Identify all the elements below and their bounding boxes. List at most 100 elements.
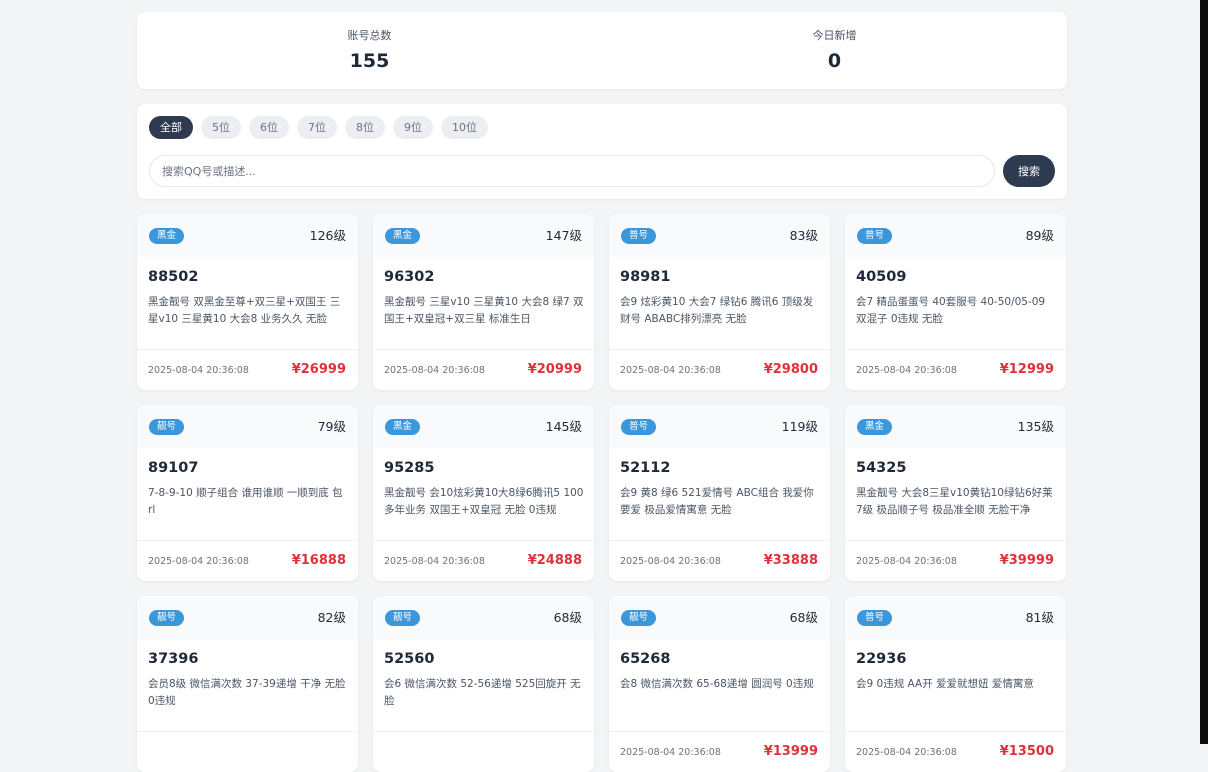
- qq-number: 54325: [856, 460, 907, 476]
- account-level: 89级: [1025, 228, 1054, 243]
- card-header: 黑金 135级: [845, 405, 1066, 448]
- account-card[interactable]: 靓号 79级 89107 7-8-9-10 顺子组合 谁用谁顺 一顺到底 包rl 202…: [137, 405, 358, 581]
- account-level: 147级: [545, 228, 582, 243]
- category-badge: 普号: [857, 610, 893, 626]
- category-badge: 普号: [621, 419, 657, 435]
- card-header: 普号 81级: [845, 596, 1066, 639]
- card-header: 普号 119级: [609, 405, 830, 448]
- total-accounts-label: 账号总数: [347, 29, 392, 42]
- price: ¥39999: [999, 553, 1054, 568]
- qq-number: 89107: [148, 460, 199, 476]
- category-badge: 靓号: [149, 419, 185, 435]
- category-badge: 黑金: [857, 419, 893, 435]
- card-footer: [373, 731, 594, 772]
- qq-number: 22936: [856, 651, 907, 667]
- card-footer: 2025-08-04 20:36:08 ¥13999: [609, 731, 830, 772]
- account-level: 135级: [1017, 419, 1054, 434]
- price: ¥16888: [291, 553, 346, 568]
- qq-number: 40509: [856, 269, 907, 285]
- price: ¥13999: [763, 744, 818, 759]
- card-footer: 2025-08-04 20:36:08 ¥16888: [137, 540, 358, 581]
- account-card[interactable]: 普号 83级 98981 会9 炫彩黄10 大会7 绿钻6 腾讯6 顶级发财号 ABA…: [609, 214, 830, 390]
- card-header: 靓号 68级: [609, 596, 830, 639]
- card-header: 黑金 126级: [137, 214, 358, 257]
- filter-chip-3[interactable]: 7位: [297, 116, 337, 139]
- account-card[interactable]: 黑金 147级 96302 黑金靓号 三星v10 三星黄10 大会8 绿7 双国王+双…: [373, 214, 594, 390]
- account-level: 81级: [1025, 610, 1054, 625]
- filter-chip-2[interactable]: 6位: [249, 116, 289, 139]
- price: ¥20999: [527, 362, 582, 377]
- qq-number: 88502: [148, 269, 199, 285]
- card-header: 普号 89级: [845, 214, 1066, 257]
- total-accounts-stat: 账号总数 155: [137, 12, 602, 89]
- category-badge: 普号: [621, 228, 657, 244]
- price: ¥33888: [763, 553, 818, 568]
- account-description: 黑金靓号 会10炫彩黄10大8绿6腾讯5 100多年业务 双国王+双皇冠 无脸 …: [384, 487, 584, 516]
- total-accounts-value: 155: [349, 50, 390, 72]
- price: ¥29800: [763, 362, 818, 377]
- account-description: 会7 精品蛋蛋号 40套服号 40-50/05-09 双混子 0违规 无脸: [856, 296, 1046, 325]
- account-card[interactable]: 普号 89级 40509 会7 精品蛋蛋号 40套服号 40-50/05-09 双混子…: [845, 214, 1066, 390]
- card-header: 靓号 68级: [373, 596, 594, 639]
- card-footer: 2025-08-04 20:36:08 ¥20999: [373, 349, 594, 390]
- category-badge: 靓号: [149, 610, 185, 626]
- card-footer: [137, 731, 358, 772]
- stats-panel: 账号总数 155 今日新增 0: [137, 12, 1067, 89]
- today-new-label: 今日新增: [812, 29, 857, 42]
- account-description: 黑金靓号 大会8三星v10黄钻10绿钻6好莱7级 极品顺子号 极品准全顺 无脸干…: [856, 487, 1053, 516]
- listing-time: 2025-08-04 20:36:08: [856, 365, 957, 376]
- filter-chip-4[interactable]: 8位: [345, 116, 385, 139]
- card-header: 靓号 79级: [137, 405, 358, 448]
- search-button[interactable]: 搜索: [1003, 155, 1055, 187]
- card-footer: 2025-08-04 20:36:08 ¥13500: [845, 731, 1066, 772]
- account-description: 会9 0违规 AA开 爱爱就想妞 爱情寓意: [856, 678, 1034, 690]
- filter-chip-5[interactable]: 9位: [393, 116, 433, 139]
- listing-time: 2025-08-04 20:36:08: [148, 556, 249, 567]
- account-description: 会9 黄8 绿6 521爱情号 ABC组合 我爱你要爱 极品爱情寓意 无脸: [620, 487, 814, 516]
- card-header: 靓号 82级: [137, 596, 358, 639]
- main-container: 账号总数 155 今日新增 0 全部 5位 6位 7位 8位 9位 10位 搜索 黑金 126…: [137, 12, 1067, 772]
- length-filter-chips: 全部 5位 6位 7位 8位 9位 10位: [149, 116, 488, 139]
- account-description: 黑金靓号 三星v10 三星黄10 大会8 绿7 双国王+双皇冠+双三星 标准生日: [384, 296, 584, 325]
- account-card[interactable]: 黑金 145级 95285 黑金靓号 会10炫彩黄10大8绿6腾讯5 100多年业务 …: [373, 405, 594, 581]
- card-footer: 2025-08-04 20:36:08 ¥24888: [373, 540, 594, 581]
- account-card-grid: 黑金 126级 88502 黑金靓号 双黑金至尊+双三星+双国王 三星v10 三星黄1…: [137, 214, 1067, 772]
- account-card[interactable]: 普号 119级 52112 会9 黄8 绿6 521爱情号 ABC组合 我爱你要爱 极…: [609, 405, 830, 581]
- window-edge: [1200, 0, 1208, 744]
- card-footer: 2025-08-04 20:36:08 ¥26999: [137, 349, 358, 390]
- listing-time: 2025-08-04 20:36:08: [856, 556, 957, 567]
- qq-number: 98981: [620, 269, 671, 285]
- listing-time: 2025-08-04 20:36:08: [384, 556, 485, 567]
- qq-number: 37396: [148, 651, 199, 667]
- category-badge: 黑金: [385, 419, 421, 435]
- account-description: 会6 微信满次数 52-56递增 525回旋开 无脸: [384, 678, 581, 707]
- account-level: 68级: [553, 610, 582, 625]
- filter-chip-0[interactable]: 全部: [149, 116, 193, 139]
- search-input[interactable]: [149, 155, 995, 187]
- category-badge: 靓号: [385, 610, 421, 626]
- account-level: 79级: [317, 419, 346, 434]
- listing-time: 2025-08-04 20:36:08: [384, 365, 485, 376]
- card-footer: 2025-08-04 20:36:08 ¥33888: [609, 540, 830, 581]
- account-description: 黑金靓号 双黑金至尊+双三星+双国王 三星v10 三星黄10 大会8 业务久久 …: [148, 296, 341, 325]
- account-level: 119级: [781, 419, 818, 434]
- category-badge: 黑金: [149, 228, 185, 244]
- account-card[interactable]: 黑金 135级 54325 黑金靓号 大会8三星v10黄钻10绿钻6好莱7级 极品顺子…: [845, 405, 1066, 581]
- account-card[interactable]: 黑金 126级 88502 黑金靓号 双黑金至尊+双三星+双国王 三星v10 三星黄1…: [137, 214, 358, 390]
- filter-panel: 全部 5位 6位 7位 8位 9位 10位 搜索: [137, 104, 1067, 199]
- card-header: 黑金 145级: [373, 405, 594, 448]
- account-card[interactable]: 靓号 68级 52560 会6 微信满次数 52-56递增 525回旋开 无脸: [373, 596, 594, 772]
- qq-number: 52560: [384, 651, 435, 667]
- account-card[interactable]: 普号 81级 22936 会9 0违规 AA开 爱爱就想妞 爱情寓意 2025-08-0…: [845, 596, 1066, 772]
- account-description: 会9 炫彩黄10 大会7 绿钻6 腾讯6 顶级发财号 ABABC排列漂亮 无脸: [620, 296, 814, 325]
- account-card[interactable]: 靓号 68级 65268 会8 微信满次数 65-68递增 圆润号 0违规 2025-0…: [609, 596, 830, 772]
- filter-chip-1[interactable]: 5位: [201, 116, 241, 139]
- card-header: 黑金 147级: [373, 214, 594, 257]
- card-footer: 2025-08-04 20:36:08 ¥12999: [845, 349, 1066, 390]
- account-description: 7-8-9-10 顺子组合 谁用谁顺 一顺到底 包rl: [148, 487, 343, 516]
- listing-time: 2025-08-04 20:36:08: [856, 747, 957, 758]
- account-level: 82级: [317, 610, 346, 625]
- filter-chip-6[interactable]: 10位: [441, 116, 488, 139]
- account-level: 83级: [789, 228, 818, 243]
- account-card[interactable]: 靓号 82级 37396 会员8级 微信满次数 37-39递增 干净 无脸 0违规: [137, 596, 358, 772]
